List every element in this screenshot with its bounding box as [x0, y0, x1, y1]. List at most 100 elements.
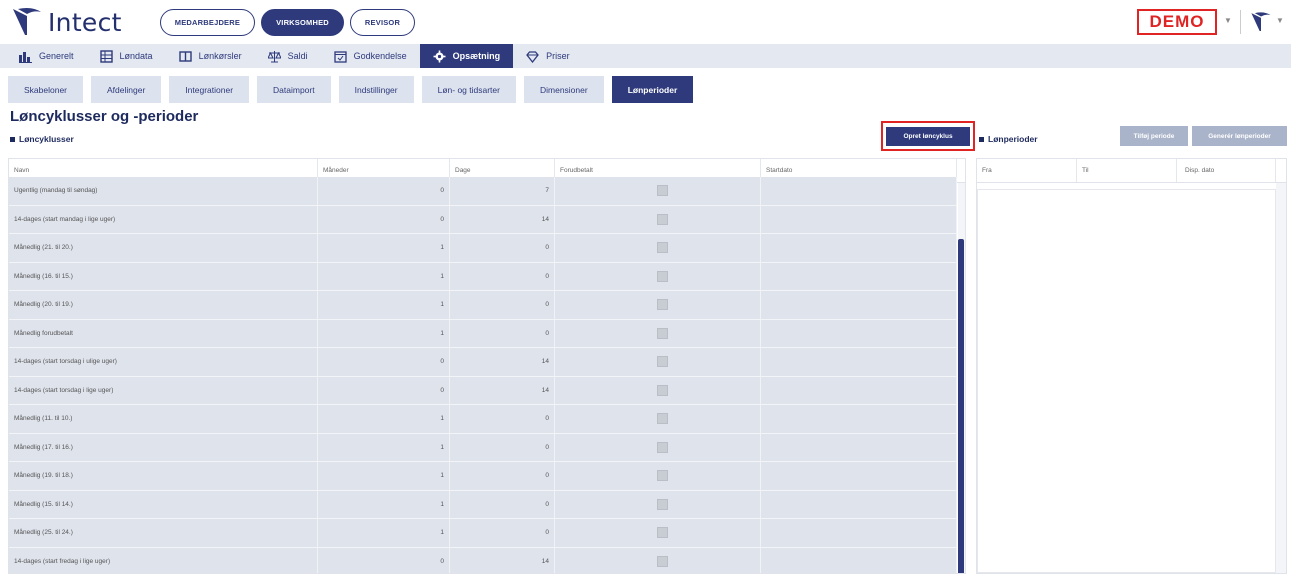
create-cycle-button[interactable]: Opret løncyklus [886, 127, 970, 146]
table-row[interactable]: Månedlig (25. til 24.) 1 0 [9, 519, 957, 548]
scale-icon [267, 50, 281, 62]
cell-start-date [761, 262, 957, 290]
nav-item-label: Lønkørsler [198, 51, 242, 61]
cell-name: Månedlig forudbetalt [9, 319, 318, 347]
sub-tabs: Skabeloner Afdelinger Integrationer Data… [8, 76, 694, 103]
cell-days: 7 [450, 177, 555, 205]
cell-name: 14-dages (start fredag i lige uger) [9, 547, 318, 573]
cell-prepaid [555, 433, 761, 461]
nav-item-general[interactable]: Generelt [6, 44, 87, 68]
cell-days: 14 [450, 547, 555, 573]
prepaid-checkbox[interactable] [657, 555, 668, 567]
table-row[interactable]: Månedlig (20. til 19.) 1 0 [9, 291, 957, 320]
intect-logo-icon [13, 8, 41, 35]
table-row[interactable]: Månedlig (21. til 20.) 1 0 [9, 234, 957, 263]
prepaid-checkbox[interactable] [657, 242, 668, 254]
header-divider [1240, 10, 1241, 34]
table-row[interactable]: Månedlig (11. til 10.) 1 0 [9, 405, 957, 434]
top-header: Intect MEDARBEJDERE VIRKSOMHED REVISOR [0, 0, 1291, 44]
user-menu-chevron-down-icon[interactable]: ▼ [1276, 16, 1284, 25]
cell-prepaid [555, 348, 761, 376]
prepaid-checkbox[interactable] [657, 185, 668, 197]
cell-prepaid [555, 205, 761, 233]
cell-start-date [761, 234, 957, 262]
nav-item-salary-data[interactable]: Løndata [87, 44, 166, 68]
table-row[interactable]: Månedlig (17. til 16.) 1 0 [9, 433, 957, 462]
prepaid-checkbox[interactable] [657, 470, 668, 482]
tab-data-import[interactable]: Dataimport [257, 76, 331, 103]
cell-start-date [761, 205, 957, 233]
cell-start-date [761, 177, 957, 205]
tab-templates[interactable]: Skabeloner [8, 76, 84, 103]
add-period-button[interactable]: Tilføj periode [1120, 126, 1188, 146]
prepaid-checkbox[interactable] [657, 498, 668, 510]
cell-name: Månedlig (17. til 16.) [9, 433, 318, 461]
tab-integrations[interactable]: Integrationer [169, 76, 250, 103]
cell-start-date [761, 291, 957, 319]
column-header-disp-date[interactable]: Disp. dato [1177, 159, 1276, 182]
prepaid-checkbox[interactable] [657, 527, 668, 539]
cell-prepaid [555, 490, 761, 518]
nav-item-prices[interactable]: Priser [513, 44, 583, 68]
main-nav: Generelt Løndata Lønkørsler Saldi Godken… [0, 44, 1291, 68]
demo-chevron-down-icon[interactable]: ▼ [1224, 16, 1232, 25]
table-row[interactable]: Månedlig (16. til 15.) 1 0 [9, 262, 957, 291]
table-row[interactable]: Ugentlig (mandag til søndag) 0 7 [9, 177, 957, 206]
cell-prepaid [555, 234, 761, 262]
cell-name: Månedlig (21. til 20.) [9, 234, 318, 262]
tab-salary-periods[interactable]: Lønperioder [611, 76, 694, 103]
prepaid-checkbox[interactable] [657, 413, 668, 425]
table-row[interactable]: 14-dages (start mandag i lige uger) 0 14 [9, 205, 957, 234]
cell-months: 1 [318, 319, 450, 347]
nav-item-label: Løndata [119, 51, 153, 61]
cell-months: 1 [318, 262, 450, 290]
cell-start-date [761, 547, 957, 573]
cell-prepaid [555, 319, 761, 347]
role-button-company[interactable]: VIRKSOMHED [261, 8, 344, 36]
scrollbar-thumb[interactable] [958, 239, 964, 573]
chart-icon [19, 51, 32, 63]
tab-settings[interactable]: Indstillinger [338, 76, 414, 103]
prepaid-checkbox[interactable] [657, 327, 668, 339]
cell-name: Månedlig (11. til 10.) [9, 405, 318, 433]
cell-months: 0 [318, 376, 450, 404]
nav-item-label: Priser [546, 51, 570, 61]
demo-badge[interactable]: DEMO [1137, 9, 1217, 35]
table-row[interactable]: Månedlig (15. til 14.) 1 0 [9, 490, 957, 519]
cell-start-date [761, 519, 957, 547]
app-logo[interactable]: Intect [12, 6, 122, 38]
column-header-from[interactable]: Fra [977, 159, 1077, 182]
role-button-auditor[interactable]: REVISOR [349, 8, 416, 36]
nav-item-payroll-runs[interactable]: Lønkørsler [166, 44, 255, 68]
nav-item-setup[interactable]: Opsætning [419, 44, 514, 68]
cell-days: 14 [450, 205, 555, 233]
cell-days: 0 [450, 462, 555, 490]
prepaid-checkbox[interactable] [657, 441, 668, 453]
prepaid-checkbox[interactable] [657, 384, 668, 396]
tab-dimensions[interactable]: Dimensioner [523, 76, 604, 103]
user-menu-logo-icon[interactable] [1250, 11, 1272, 33]
cell-start-date [761, 405, 957, 433]
table-row[interactable]: 14-dages (start torsdag i ulige uger) 0 14 [9, 348, 957, 377]
tab-salary-time-types[interactable]: Løn- og tidsarter [421, 76, 516, 103]
prepaid-checkbox[interactable] [657, 356, 668, 368]
cycles-grid: Navn Måneder Dage Forudbetalt Startdato … [8, 158, 966, 574]
nav-item-balances[interactable]: Saldi [255, 44, 321, 68]
prepaid-checkbox[interactable] [657, 299, 668, 311]
section-marker-icon [979, 136, 984, 142]
nav-item-approval[interactable]: Godkendelse [321, 44, 420, 68]
table-row[interactable]: 14-dages (start torsdag i lige uger) 0 14 [9, 376, 957, 405]
generate-periods-button[interactable]: Generér lønperioder [1192, 126, 1287, 146]
prepaid-checkbox[interactable] [657, 270, 668, 282]
table-row[interactable]: Månedlig (19. til 18.) 1 0 [9, 462, 957, 491]
cell-months: 1 [318, 234, 450, 262]
table-row[interactable]: Månedlig forudbetalt 1 0 [9, 319, 957, 348]
table-row[interactable]: 14-dages (start fredag i lige uger) 0 14 [9, 547, 957, 573]
prepaid-checkbox[interactable] [657, 213, 668, 225]
cell-prepaid [555, 519, 761, 547]
tab-departments[interactable]: Afdelinger [91, 76, 162, 103]
scrollbar-track[interactable] [1276, 183, 1286, 573]
column-header-to[interactable]: Til [1077, 159, 1177, 182]
cell-start-date [761, 319, 957, 347]
role-button-employees[interactable]: MEDARBEJDERE [159, 8, 256, 36]
